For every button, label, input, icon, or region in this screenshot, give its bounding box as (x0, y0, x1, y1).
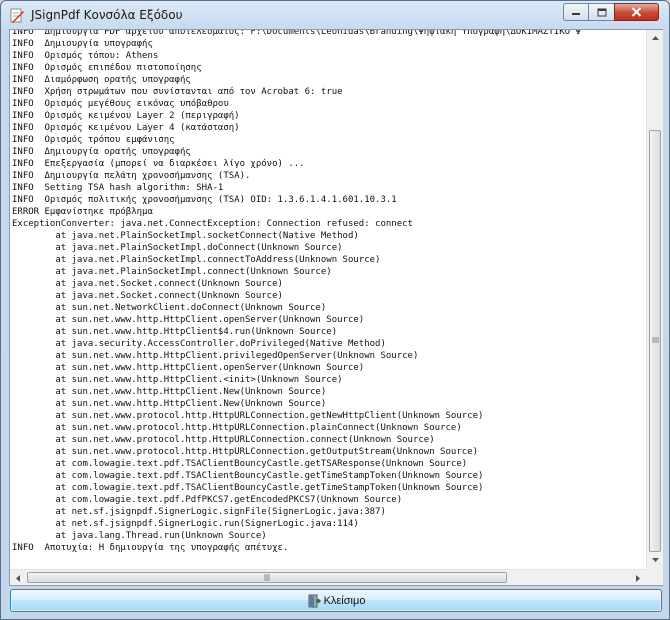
title-bar[interactable]: JSignPdf Κονσόλα Εξόδου (1, 1, 669, 31)
console-line: INFO Δημιουργία πελάτη χρονοσήμανσης (TS… (12, 171, 251, 181)
console-line: INFO Ορισμός τρόπου εμφάνισης (12, 135, 175, 145)
console-line: at net.sf.jsignpdf.SignerLogic.signFile(… (12, 507, 386, 517)
maximize-button[interactable] (588, 3, 615, 21)
console-line: at sun.net.www.http.HttpClient.openServe… (12, 315, 365, 325)
console-line: at sun.net.www.http.HttpClient.openServe… (12, 363, 365, 373)
maximize-icon (597, 8, 606, 16)
window-title: JSignPdf Κονσόλα Εξόδου (31, 8, 183, 22)
console-line: INFO Δημιουργία υπογραφής (12, 39, 153, 49)
console-line: INFO Setting TSA hash algorithm: SHA-1 (12, 183, 224, 193)
console-line: at com.lowagie.text.pdf.TSAClientBouncyC… (12, 483, 484, 493)
console-line: at sun.net.www.protocol.http.HttpURLConn… (12, 435, 435, 445)
console-line: at com.lowagie.text.pdf.TSAClientBouncyC… (12, 471, 484, 481)
minimize-button[interactable] (563, 3, 589, 21)
grip-icon (264, 574, 270, 581)
console-line: at java.net.PlainSocketImpl.socketConnec… (12, 231, 359, 241)
minimize-icon (572, 13, 580, 15)
console-line: at com.lowagie.text.pdf.TSAClientBouncyC… (12, 459, 468, 469)
arrow-down-icon (651, 558, 659, 562)
console-window: JSignPdf Κονσόλα Εξόδου INFO Δημιουργία … (0, 0, 670, 620)
close-icon (631, 7, 642, 17)
console-line: at sun.net.www.http.HttpClient$4.run(Unk… (12, 327, 338, 337)
console-line: at net.sf.jsignpdf.SignerLogic.run(Signe… (12, 519, 359, 529)
horizontal-scrollbar[interactable] (10, 569, 646, 585)
grip-icon (652, 337, 659, 343)
scroll-right-button[interactable] (630, 570, 646, 586)
vertical-scroll-thumb[interactable] (649, 130, 661, 552)
console-line: INFO Δημιουργία ορατής υπογραφής (12, 147, 191, 157)
console-line: INFO Διαμόρφωση ορατής υπογραφής (12, 75, 191, 85)
console-line: ExceptionConverter: java.net.ConnectExce… (12, 219, 413, 229)
arrow-left-icon (16, 574, 20, 582)
scroll-down-button[interactable] (647, 552, 663, 568)
console-line: INFO Χρήση στρωμάτων που συνίστανται από… (12, 87, 343, 97)
vertical-scrollbar[interactable] (646, 30, 663, 569)
console-line: at sun.net.www.http.HttpClient.New(Unkno… (12, 399, 327, 409)
console-line: INFO Δημιουργία PDF αρχείου αποτελέσματο… (12, 30, 581, 37)
console-line: ERROR Εμφανίστηκε πρόβλημα (12, 207, 153, 217)
jsignpdf-app-icon (10, 8, 24, 23)
console-line: at java.net.Socket.connect(Unknown Sourc… (12, 279, 283, 289)
close-button-label: Κλείσιμο (323, 594, 366, 607)
console-line: at java.net.Socket.connect(Unknown Sourc… (12, 291, 283, 301)
console-line: at sun.net.www.http.HttpClient.privilege… (12, 351, 419, 361)
console-panel: INFO Δημιουργία PDF αρχείου αποτελέσματο… (9, 29, 663, 586)
console-line: INFO Ορισμός κειμένου Layer 2 (περιγραφή… (12, 111, 240, 121)
scroll-up-button[interactable] (647, 30, 663, 46)
arrow-up-icon (651, 36, 659, 40)
console-line: at sun.net.NetworkClient.doConnect(Unkno… (12, 303, 327, 313)
console-line: INFO Ορισμός πολιτικής χρονοσήμανσης (TS… (12, 195, 397, 205)
console-line: at java.security.AccessController.doPriv… (12, 339, 386, 349)
console-line: at java.lang.Thread.run(Unknown Source) (12, 531, 267, 541)
close-dialog-button[interactable]: Κλείσιμο (10, 589, 662, 612)
console-line: at java.net.PlainSocketImpl.connect(Unkn… (12, 267, 332, 277)
console-line: at com.lowagie.text.pdf.PdfPKCS7.getEnco… (12, 495, 403, 505)
console-log: INFO Δημιουργία PDF αρχείου αποτελέσματο… (10, 30, 581, 554)
console-line: INFO Επεξεργασία (μπορεί να διαρκέσει λί… (12, 159, 305, 169)
arrow-right-icon (636, 574, 640, 582)
console-line: INFO Αποτυχία: Η δημιουργία της υπογραφή… (12, 543, 289, 553)
scrollbar-corner (646, 569, 663, 585)
console-line: at sun.net.www.protocol.http.HttpURLConn… (12, 411, 484, 421)
console-line: INFO Ορισμός επιπέδου πιστοποίησης (12, 63, 202, 73)
console-line: at sun.net.www.http.HttpClient.<init>(Un… (12, 375, 343, 385)
console-line: INFO Ορισμός μεγέθους εικόνας υπόβαθρου (12, 99, 229, 109)
console-line: INFO Ορισμός τόπου: Athens (12, 51, 159, 61)
console-line: at java.net.PlainSocketImpl.doConnect(Un… (12, 243, 343, 253)
window-close-button[interactable] (614, 3, 659, 21)
console-line: at java.net.PlainSocketImpl.connectToAdd… (12, 255, 381, 265)
console-line: INFO Ορισμός κειμένου Layer 4 (κατάσταση… (12, 123, 240, 133)
console-line: at sun.net.www.http.HttpClient.New(Unkno… (12, 387, 327, 397)
console-output[interactable]: INFO Δημιουργία PDF αρχείου αποτελέσματο… (10, 30, 646, 569)
scroll-left-button[interactable] (10, 570, 26, 586)
console-line: at sun.net.www.protocol.http.HttpURLConn… (12, 447, 478, 457)
console-line: at sun.net.www.protocol.http.HttpURLConn… (12, 423, 462, 433)
close-door-icon (308, 594, 321, 608)
horizontal-scroll-thumb[interactable] (27, 572, 507, 583)
